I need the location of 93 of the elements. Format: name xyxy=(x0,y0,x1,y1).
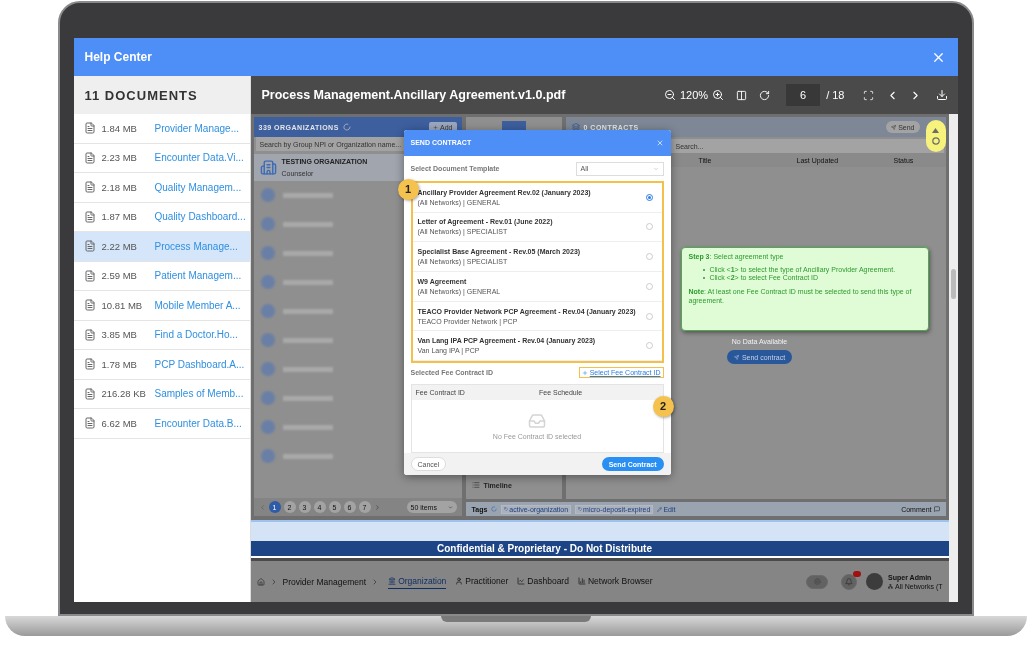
tag-icon xyxy=(504,507,509,511)
avatar xyxy=(866,573,884,590)
rotate-icon xyxy=(759,89,771,101)
document-name: Quality Managem... xyxy=(154,181,242,193)
document-icon xyxy=(83,181,96,194)
bar-chart-icon xyxy=(577,577,586,585)
triangle-up-icon xyxy=(932,127,939,133)
plus-icon xyxy=(581,369,588,376)
chevron-down-icon xyxy=(447,504,453,510)
nav-tab[interactable]: Practitioner xyxy=(455,574,509,589)
inbox-icon xyxy=(528,412,546,431)
notification-badge xyxy=(853,570,862,577)
document-icon xyxy=(83,417,96,430)
chevron-down-icon xyxy=(652,165,659,172)
nav-tab[interactable]: Organization xyxy=(388,574,447,589)
download-icon xyxy=(935,89,948,101)
fit-page-button[interactable] xyxy=(736,89,748,101)
document-icon xyxy=(83,328,96,341)
breadcrumb-item: Provider Management xyxy=(282,576,367,587)
zoom-in-icon xyxy=(712,89,725,101)
file-size: 1.87 MB xyxy=(101,211,138,223)
file-size: 10.81 MB xyxy=(101,299,144,311)
plus-icon xyxy=(433,124,439,130)
person-icon xyxy=(455,577,464,585)
download-button[interactable] xyxy=(935,89,948,101)
document-name: Quality Dashboard... xyxy=(154,211,246,223)
line-chart-icon xyxy=(517,577,526,585)
send-icon xyxy=(891,124,897,130)
document-name: Samples of Memb... xyxy=(154,388,244,400)
document-icon xyxy=(83,122,96,135)
building-icon xyxy=(259,159,277,176)
document-name: Patient Managem... xyxy=(154,270,242,282)
document-item[interactable]: 2.22 MB Process Manage... xyxy=(73,232,250,262)
nav-tab[interactable]: Network Browser xyxy=(577,574,653,589)
document-name: PCP Dashboard.A... xyxy=(154,358,245,370)
file-size: 2.22 MB xyxy=(101,240,138,252)
send-icon xyxy=(733,354,739,360)
window-title: Help Center xyxy=(84,50,152,64)
pencil-icon xyxy=(657,506,663,512)
file-size: 1.78 MB xyxy=(101,358,138,370)
document-name: Encounter Data.B... xyxy=(154,417,242,429)
bank-icon xyxy=(388,577,397,585)
page-number-field[interactable]: 6 xyxy=(786,84,821,106)
zoom-in-button[interactable] xyxy=(712,89,725,101)
document-icon xyxy=(83,240,96,253)
file-size: 6.62 MB xyxy=(101,417,138,429)
chevron-left-icon xyxy=(258,503,266,511)
home-icon xyxy=(256,577,265,586)
file-size: 3.85 MB xyxy=(101,329,138,341)
notifications-button[interactable] xyxy=(841,573,858,590)
close-icon xyxy=(655,138,664,147)
document-name: Provider Manage... xyxy=(154,122,239,134)
document-name: Mobile Member A... xyxy=(154,299,241,311)
refresh-icon xyxy=(342,123,351,131)
document-icon xyxy=(83,299,96,312)
chevron-right-icon xyxy=(373,503,381,511)
scrollbar-thumb[interactable] xyxy=(950,269,956,299)
scrollbar[interactable] xyxy=(948,114,958,602)
file-size: 1.84 MB xyxy=(101,122,138,134)
document-icon xyxy=(83,269,96,282)
bell-icon xyxy=(845,577,854,586)
fit-width-button[interactable] xyxy=(862,89,874,101)
document-name: Process Manage... xyxy=(154,240,238,252)
fit-width-icon xyxy=(862,89,874,101)
file-title: Process Management.Ancillary Agreement.v1.0.pdf xyxy=(261,88,567,102)
file-size: 2.23 MB xyxy=(101,152,138,164)
rotate-button[interactable] xyxy=(759,89,771,101)
refresh-icon xyxy=(491,506,498,512)
zoom-level: 120% xyxy=(680,89,709,101)
document-icon xyxy=(83,210,96,223)
close-button[interactable] xyxy=(655,138,664,147)
circle-icon xyxy=(931,136,940,145)
document-icon xyxy=(83,151,96,164)
confidential-banner: Confidential & Proprietary - Do Not Distribute xyxy=(250,541,949,558)
comment-icon xyxy=(933,506,940,512)
file-size: 2.18 MB xyxy=(101,181,138,193)
fit-page-icon xyxy=(736,89,748,101)
tag-icon xyxy=(578,507,583,511)
document-icon xyxy=(83,387,96,400)
document-name: Find a Doctor.Ho... xyxy=(154,329,238,341)
fingerprint-button[interactable] xyxy=(806,574,829,589)
file-size: 216.28 KB xyxy=(101,388,147,400)
document-name: Encounter Data.Vi... xyxy=(154,152,244,164)
network-icon xyxy=(888,583,894,589)
nav-tab[interactable]: Dashboard xyxy=(517,574,569,589)
zoom-out-button[interactable] xyxy=(664,89,676,101)
layers-icon xyxy=(571,123,580,131)
documents-heading: 11 DOCUMENTS xyxy=(73,76,250,114)
page-count: / 18 xyxy=(826,89,845,101)
document-icon xyxy=(83,358,96,371)
file-size: 2.59 MB xyxy=(101,270,138,282)
zoom-out-icon xyxy=(664,89,676,101)
list-icon xyxy=(471,481,480,489)
